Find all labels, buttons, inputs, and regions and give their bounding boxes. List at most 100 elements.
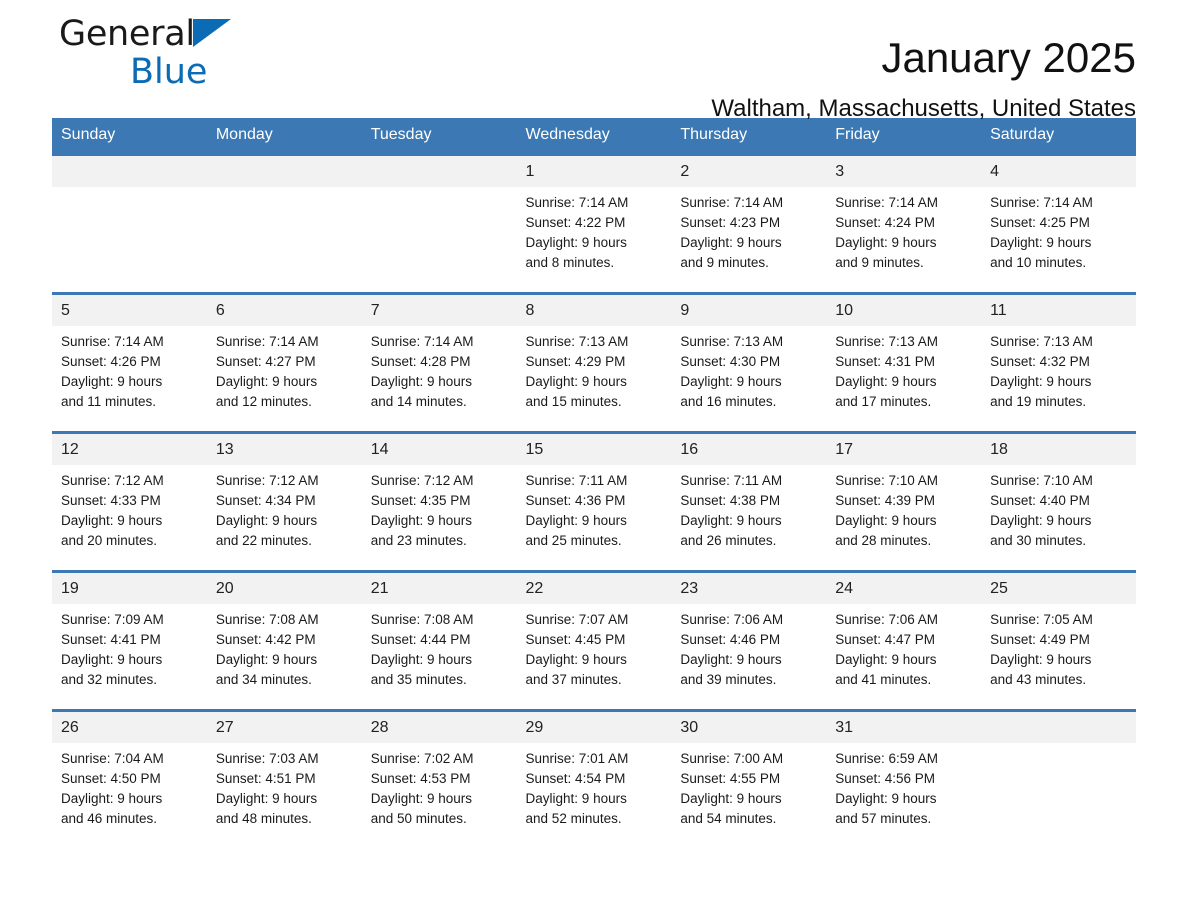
day-details: Sunrise: 7:05 AM Sunset: 4:49 PM Daylight:…	[981, 604, 1136, 698]
spacer-cell	[981, 281, 1136, 294]
daylight-text-line1: Daylight: 9 hours	[990, 652, 1092, 667]
calendar-table: Sunday Monday Tuesday Wednesday Thursday Frid…	[52, 118, 1136, 837]
day-number: 12	[52, 434, 207, 465]
spacer-cell	[361, 698, 517, 711]
day-details: Sunrise: 6:59 AM Sunset: 4:56 PM Daylight:…	[826, 743, 981, 837]
sunset-text: Sunset: 4:32 PM	[990, 354, 1090, 369]
daylight-text-line1: Daylight: 9 hours	[370, 374, 472, 389]
day-details: Sunrise: 7:04 AM Sunset: 4:50 PM Daylight:…	[52, 743, 207, 837]
sunset-text: Sunset: 4:39 PM	[835, 493, 936, 508]
detail-line	[61, 213, 197, 233]
daylight-text-line2: and 37 minutes.	[525, 672, 622, 687]
sunrise-text: Sunrise: 7:08 AM	[370, 612, 474, 627]
spacer-cell	[826, 698, 982, 711]
day-cell[interactable]: 20 Sunrise: 7:08 AM Sunset: 4:42 PM Dayligh…	[206, 570, 362, 698]
generalblue-logo[interactable]: General Blue	[59, 12, 279, 98]
day-cell[interactable]: 17 Sunrise: 7:10 AM Sunset: 4:39 PM Dayligh…	[826, 431, 982, 559]
day-cell[interactable]: 22 Sunrise: 7:07 AM Sunset: 4:45 PM Dayligh…	[516, 570, 672, 698]
sunset-text: Sunset: 4:24 PM	[835, 215, 936, 230]
weekday-header-tuesday: Tuesday	[361, 118, 517, 155]
day-cell[interactable]: 27 Sunrise: 7:03 AM Sunset: 4:51 PM Dayligh…	[206, 709, 362, 837]
day-cell[interactable]: 18 Sunrise: 7:10 AM Sunset: 4:40 PM Dayligh…	[981, 431, 1136, 559]
day-number: 15	[516, 434, 672, 465]
day-cell[interactable]: 28 Sunrise: 7:02 AM Sunset: 4:53 PM Dayligh…	[361, 709, 517, 837]
sunrise-text: Sunrise: 7:14 AM	[215, 334, 319, 349]
spacer-cell	[361, 281, 517, 294]
day-details: Sunrise: 7:10 AM Sunset: 4:39 PM Daylight:…	[826, 465, 981, 559]
day-details: Sunrise: 7:00 AM Sunset: 4:55 PM Daylight:…	[671, 743, 826, 837]
daylight-text-line1: Daylight: 9 hours	[370, 791, 472, 806]
sunrise-text: Sunrise: 7:09 AM	[61, 612, 164, 627]
day-number: 20	[206, 573, 362, 604]
day-number: 28	[361, 712, 517, 743]
day-cell[interactable]: 10 Sunrise: 7:13 AM Sunset: 4:31 PM Dayligh…	[826, 292, 982, 420]
sunset-text: Sunset: 4:34 PM	[215, 493, 316, 508]
day-cell[interactable]: 31 Sunrise: 6:59 AM Sunset: 4:56 PM Dayligh…	[826, 709, 982, 837]
daylight-text-line1: Daylight: 9 hours	[835, 791, 937, 806]
day-cell[interactable]: 13 Sunrise: 7:12 AM Sunset: 4:34 PM Dayligh…	[206, 431, 362, 559]
spacer-cell	[981, 559, 1136, 572]
week-spacer	[52, 281, 1136, 294]
sunrise-text: Sunrise: 7:11 AM	[680, 473, 783, 488]
day-number: 18	[981, 434, 1136, 465]
daylight-text-line1: Daylight: 9 hours	[680, 791, 782, 806]
daylight-text-line1: Daylight: 9 hours	[680, 374, 782, 389]
day-cell[interactable]: 24 Sunrise: 7:06 AM Sunset: 4:47 PM Dayligh…	[826, 570, 982, 698]
sunset-text: Sunset: 4:25 PM	[990, 215, 1090, 230]
sunset-text: Sunset: 4:28 PM	[370, 354, 471, 369]
day-details: Sunrise: 7:14 AM Sunset: 4:27 PM Daylight:…	[207, 326, 362, 420]
daylight-text-line1: Daylight: 9 hours	[525, 791, 627, 806]
detail-line	[990, 809, 1126, 829]
sunrise-text: Sunrise: 7:14 AM	[990, 195, 1093, 210]
daylight-text-line2: and 54 minutes.	[680, 811, 777, 826]
sunset-text: Sunset: 4:27 PM	[215, 354, 316, 369]
day-details: Sunrise: 7:13 AM Sunset: 4:31 PM Daylight:…	[826, 326, 981, 420]
weekday-header-monday: Monday	[206, 118, 362, 155]
daylight-text-line1: Daylight: 9 hours	[215, 513, 318, 528]
detail-line	[371, 253, 507, 273]
day-cell[interactable]: 11 Sunrise: 7:13 AM Sunset: 4:32 PM Dayligh…	[981, 292, 1136, 420]
day-cell[interactable]: 15 Sunrise: 7:11 AM Sunset: 4:36 PM Dayligh…	[516, 431, 672, 559]
day-number	[206, 156, 362, 187]
day-cell[interactable]: 4 Sunrise: 7:14 AM Sunset: 4:25 PM Daylight…	[981, 153, 1136, 281]
day-cell[interactable]: 9 Sunrise: 7:13 AM Sunset: 4:30 PM Daylight…	[671, 292, 827, 420]
day-cell[interactable]: 8 Sunrise: 7:13 AM Sunset: 4:29 PM Daylight…	[516, 292, 672, 420]
day-cell[interactable]: 14 Sunrise: 7:12 AM Sunset: 4:35 PM Dayligh…	[361, 431, 517, 559]
day-cell[interactable]: 3 Sunrise: 7:14 AM Sunset: 4:24 PM Daylight…	[826, 153, 982, 281]
day-cell[interactable]: 23 Sunrise: 7:06 AM Sunset: 4:46 PM Dayligh…	[671, 570, 827, 698]
sunset-text: Sunset: 4:31 PM	[835, 354, 936, 369]
weekday-header-sunday: Sunday	[52, 118, 207, 155]
empty-day-cell	[52, 153, 207, 281]
day-cell[interactable]: 2 Sunrise: 7:14 AM Sunset: 4:23 PM Daylight…	[671, 153, 827, 281]
day-cell[interactable]: 1 Sunrise: 7:14 AM Sunset: 4:22 PM Daylight…	[516, 153, 672, 281]
daylight-text-line2: and 19 minutes.	[990, 394, 1087, 409]
day-cell[interactable]: 26 Sunrise: 7:04 AM Sunset: 4:50 PM Dayligh…	[52, 709, 207, 837]
day-number: 26	[52, 712, 207, 743]
daylight-text-line2: and 14 minutes.	[370, 394, 467, 409]
day-cell[interactable]: 16 Sunrise: 7:11 AM Sunset: 4:38 PM Dayligh…	[671, 431, 827, 559]
day-cell[interactable]: 7 Sunrise: 7:14 AM Sunset: 4:28 PM Daylight…	[361, 292, 517, 420]
day-number: 4	[981, 156, 1136, 187]
week-row: 19 Sunrise: 7:09 AM Sunset: 4:41 PM Dayligh…	[52, 570, 1136, 698]
day-cell[interactable]: 6 Sunrise: 7:14 AM Sunset: 4:27 PM Daylight…	[206, 292, 362, 420]
daylight-text-line2: and 17 minutes.	[835, 394, 932, 409]
spacer-cell	[826, 559, 982, 572]
day-cell[interactable]: 29 Sunrise: 7:01 AM Sunset: 4:54 PM Dayligh…	[516, 709, 672, 837]
day-cell[interactable]: 21 Sunrise: 7:08 AM Sunset: 4:44 PM Dayligh…	[361, 570, 517, 698]
spacer-cell	[52, 559, 207, 572]
daylight-text-line1: Daylight: 9 hours	[525, 374, 627, 389]
spacer-cell	[516, 559, 672, 572]
spacer-cell	[52, 420, 207, 433]
day-cell[interactable]: 19 Sunrise: 7:09 AM Sunset: 4:41 PM Dayligh…	[52, 570, 207, 698]
day-details: Sunrise: 7:01 AM Sunset: 4:54 PM Daylight:…	[517, 743, 672, 837]
day-cell[interactable]: 5 Sunrise: 7:14 AM Sunset: 4:26 PM Daylight…	[52, 292, 207, 420]
day-cell[interactable]: 30 Sunrise: 7:00 AM Sunset: 4:55 PM Dayligh…	[671, 709, 827, 837]
day-cell[interactable]: 25 Sunrise: 7:05 AM Sunset: 4:49 PM Dayligh…	[981, 570, 1136, 698]
daylight-text-line2: and 57 minutes.	[835, 811, 932, 826]
daylight-text-line2: and 50 minutes.	[370, 811, 467, 826]
location-subtitle: Waltham, Massachusetts, United States	[711, 95, 1136, 122]
day-cell[interactable]: 12 Sunrise: 7:12 AM Sunset: 4:33 PM Dayligh…	[52, 431, 207, 559]
day-number: 17	[826, 434, 982, 465]
daylight-text-line2: and 20 minutes.	[61, 533, 158, 548]
daylight-text-line1: Daylight: 9 hours	[835, 374, 937, 389]
